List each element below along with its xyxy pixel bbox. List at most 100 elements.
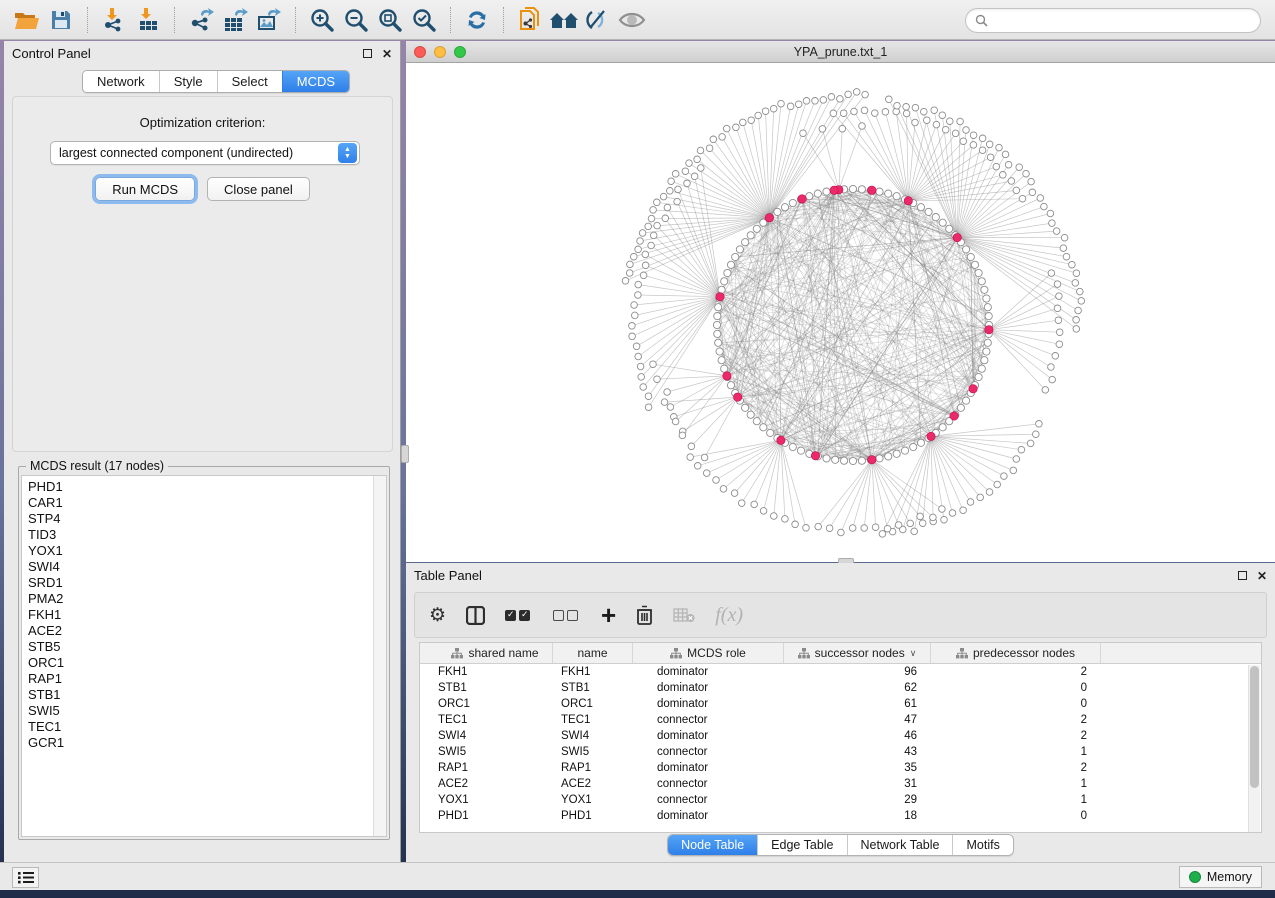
table-row[interactable]: SWI5 SWI5 connector 43 1	[420, 744, 1261, 760]
import-network-icon[interactable]	[97, 4, 131, 36]
network-window: YPA_prune.txt_1	[406, 41, 1275, 562]
open-folder-icon[interactable]	[10, 4, 44, 36]
mcds-result-item[interactable]: STP4	[28, 511, 386, 527]
mcds-result-item[interactable]: ACE2	[28, 623, 386, 639]
deselect-all-icon[interactable]	[553, 610, 581, 621]
close-table-panel-icon[interactable]: ✕	[1257, 570, 1267, 582]
mcds-result-item[interactable]: FKH1	[28, 607, 386, 623]
control-panel-tabs: Network Style Select MCDS	[82, 70, 350, 93]
tab-network[interactable]: Network	[83, 71, 159, 92]
mcds-result-item[interactable]: YOX1	[28, 543, 386, 559]
list-scrollbar[interactable]	[373, 476, 386, 836]
function-builder-icon[interactable]: f(x)	[715, 604, 743, 627]
search-input[interactable]	[993, 14, 1251, 28]
tab-select[interactable]: Select	[217, 71, 282, 92]
mcds-result-groupbox: MCDS result (17 nodes) PHD1CAR1STP4TID3Y…	[18, 466, 390, 840]
vertical-splitter-grip[interactable]	[401, 445, 409, 463]
mcds-result-item[interactable]: STB1	[28, 687, 386, 703]
mcds-result-item[interactable]: STB5	[28, 639, 386, 655]
table-row[interactable]: FKH1 FKH1 dominator 96 2	[420, 664, 1261, 680]
criterion-value: largest connected component (undirected)	[51, 146, 338, 160]
main-toolbar	[0, 0, 1275, 40]
network-titlebar[interactable]: YPA_prune.txt_1	[406, 41, 1275, 63]
hide-glasses-icon[interactable]	[581, 4, 615, 36]
hierarchy-icon	[670, 648, 682, 659]
mcds-result-item[interactable]: ORC1	[28, 655, 386, 671]
table-scrollbar[interactable]	[1248, 665, 1260, 833]
search-icon	[975, 14, 988, 27]
table-row[interactable]: ACE2 ACE2 connector 31 1	[420, 776, 1261, 792]
run-mcds-button[interactable]: Run MCDS	[95, 177, 195, 201]
network-graph[interactable]	[406, 63, 1275, 561]
close-panel-icon[interactable]: ✕	[382, 48, 392, 60]
zoom-out-icon[interactable]	[339, 4, 373, 36]
split-view-icon[interactable]	[466, 606, 485, 625]
table-scrollbar-thumb[interactable]	[1250, 666, 1259, 788]
table-panel: Table Panel ✕ ⚙ + f(x) shared name name	[406, 563, 1275, 862]
open-session-icon[interactable]	[513, 4, 547, 36]
column-shared-name[interactable]: shared name	[420, 643, 553, 663]
mcds-result-item[interactable]: RAP1	[28, 671, 386, 687]
float-table-panel-icon[interactable]	[1238, 570, 1247, 582]
export-network-icon[interactable]	[184, 4, 218, 36]
mcds-result-item[interactable]: TID3	[28, 527, 386, 543]
mcds-result-item[interactable]: SRD1	[28, 575, 386, 591]
dev-panel-button[interactable]	[12, 867, 39, 888]
mcds-result-item[interactable]: CAR1	[28, 495, 386, 511]
column-mcds-role[interactable]: MCDS role	[633, 643, 784, 663]
memory-status-icon	[1189, 871, 1201, 883]
mcds-result-item[interactable]: GCR1	[28, 735, 386, 751]
mcds-result-item[interactable]: SWI4	[28, 559, 386, 575]
zoom-selected-icon[interactable]	[407, 4, 441, 36]
export-table-icon[interactable]	[218, 4, 252, 36]
column-successor-nodes[interactable]: successor nodes ∨	[784, 643, 931, 663]
column-predecessor-nodes[interactable]: predecessor nodes	[931, 643, 1101, 663]
hierarchy-icon	[451, 648, 463, 659]
toolbar-separator	[87, 7, 88, 33]
mcds-result-list[interactable]: PHD1CAR1STP4TID3YOX1SWI4SRD1PMA2FKH1ACE2…	[21, 475, 387, 837]
show-eye-icon[interactable]	[615, 4, 649, 36]
table-row[interactable]: YOX1 YOX1 connector 29 1	[420, 792, 1261, 808]
import-table-icon[interactable]	[131, 4, 165, 36]
tab-node-table[interactable]: Node Table	[668, 835, 757, 855]
tab-network-table[interactable]: Network Table	[847, 835, 953, 855]
mcds-result-item[interactable]: SWI5	[28, 703, 386, 719]
close-panel-button[interactable]: Close panel	[207, 177, 310, 201]
node-table[interactable]: shared name name MCDS role successor nod…	[419, 642, 1262, 833]
tab-style[interactable]: Style	[159, 71, 217, 92]
table-row[interactable]: RAP1 RAP1 dominator 35 2	[420, 760, 1261, 776]
toolbar-separator	[503, 7, 504, 33]
column-name[interactable]: name	[553, 643, 633, 663]
memory-button[interactable]: Memory	[1179, 866, 1262, 888]
control-panel-titlebar: Control Panel ✕	[4, 41, 400, 66]
delete-table-icon[interactable]	[673, 607, 695, 623]
float-panel-icon[interactable]	[363, 48, 372, 60]
hierarchy-icon	[956, 648, 968, 659]
add-row-icon[interactable]: +	[601, 606, 616, 624]
sort-desc-icon: ∨	[910, 648, 917, 659]
refresh-icon[interactable]	[460, 4, 494, 36]
tab-motifs[interactable]: Motifs	[952, 835, 1012, 855]
home-icon[interactable]	[547, 4, 581, 36]
mcds-result-item[interactable]: TEC1	[28, 719, 386, 735]
zoom-in-icon[interactable]	[305, 4, 339, 36]
table-row[interactable]: ORC1 ORC1 dominator 61 0	[420, 696, 1261, 712]
export-image-icon[interactable]	[252, 4, 286, 36]
tab-edge-table[interactable]: Edge Table	[757, 835, 846, 855]
zoom-fit-icon[interactable]	[373, 4, 407, 36]
mcds-result-item[interactable]: PMA2	[28, 591, 386, 607]
save-session-icon[interactable]	[44, 4, 78, 36]
table-row[interactable]: PHD1 PHD1 dominator 18 0	[420, 808, 1261, 824]
select-all-icon[interactable]	[505, 610, 533, 621]
table-row[interactable]: TEC1 TEC1 connector 47 2	[420, 712, 1261, 728]
table-settings-icon[interactable]: ⚙	[429, 604, 446, 627]
network-canvas[interactable]	[406, 63, 1275, 561]
criterion-dropdown[interactable]: largest connected component (undirected)…	[50, 141, 360, 165]
table-row[interactable]: SWI4 SWI4 dominator 46 2	[420, 728, 1261, 744]
table-row[interactable]: STB1 STB1 dominator 62 0	[420, 680, 1261, 696]
search-field[interactable]	[965, 8, 1261, 33]
mcds-result-item[interactable]: PHD1	[28, 479, 386, 495]
tab-mcds[interactable]: MCDS	[282, 71, 349, 92]
delete-rows-icon[interactable]	[636, 605, 653, 625]
hierarchy-icon	[798, 648, 810, 659]
